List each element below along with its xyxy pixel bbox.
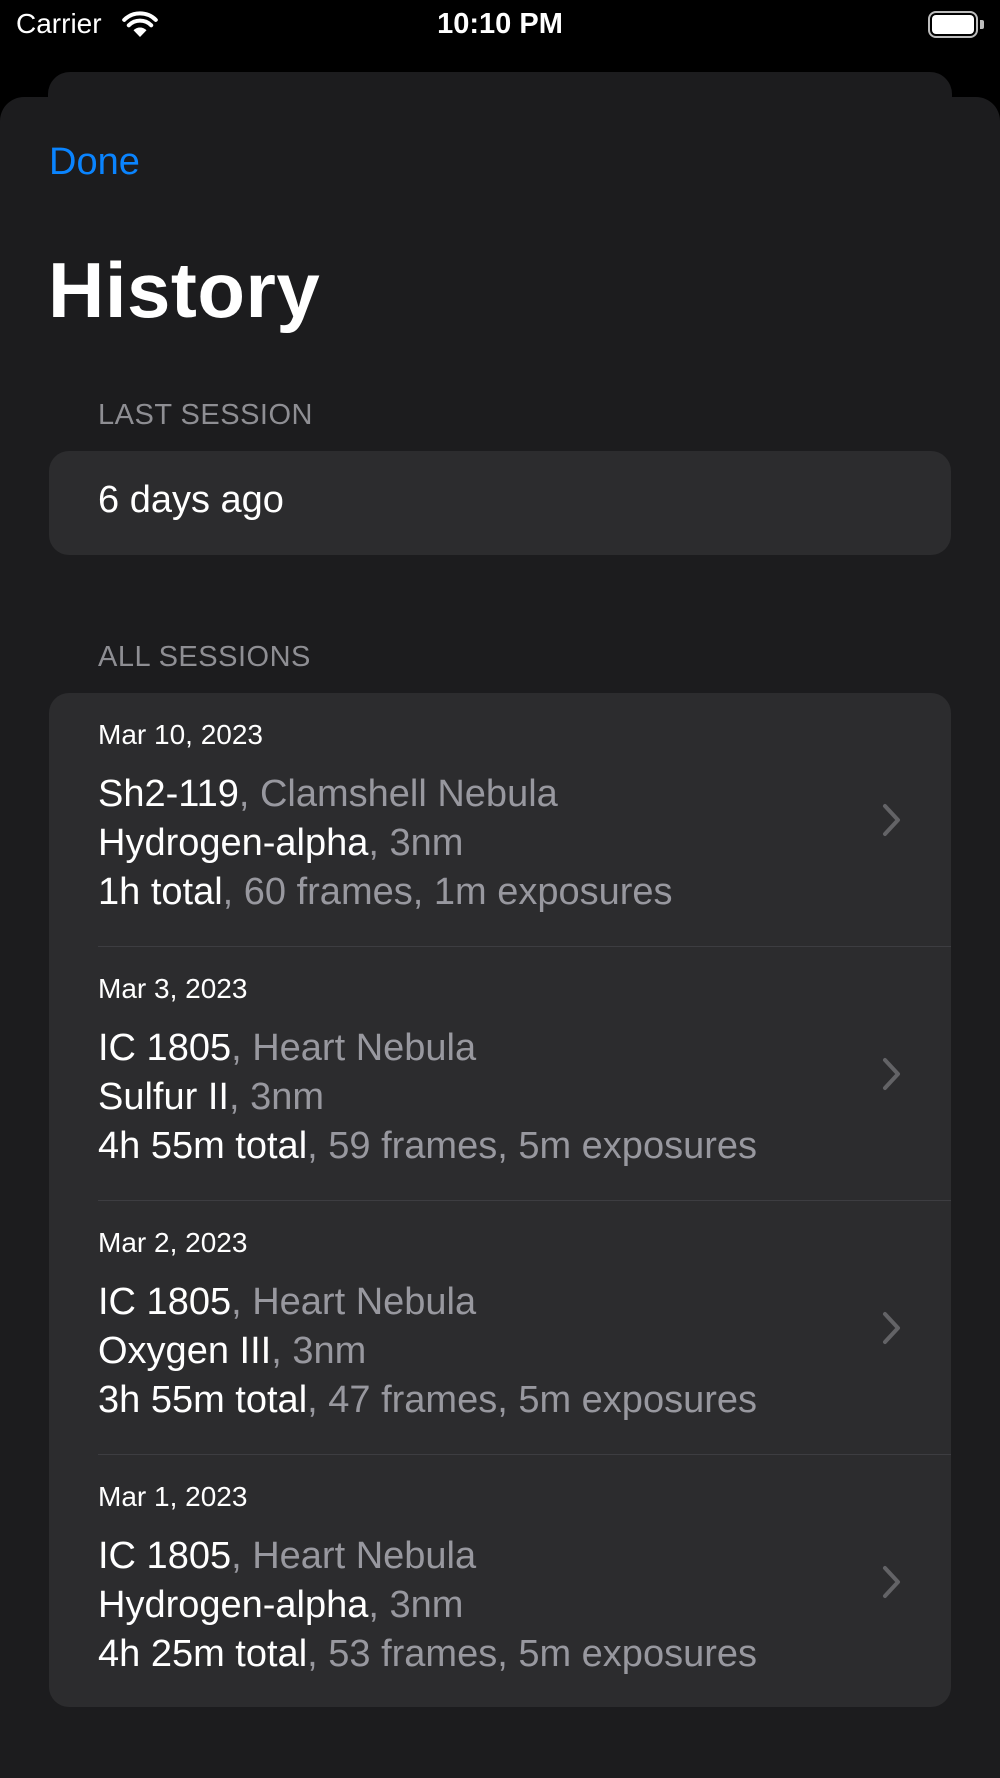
session-target-line: IC 1805, Heart Nebula: [98, 1535, 476, 1578]
done-button[interactable]: Done: [49, 141, 140, 184]
session-target-name: , Clamshell Nebula: [238, 773, 558, 815]
session-details: , 60 frames, 1m exposures: [222, 871, 673, 913]
session-filter-line: Sulfur II, 3nm: [98, 1076, 324, 1119]
section-header-last-session: LAST SESSION: [98, 399, 313, 431]
all-sessions-list: Mar 10, 2023 Sh2-119, Clamshell Nebula H…: [49, 693, 951, 1707]
session-target: IC 1805: [98, 1281, 232, 1323]
chevron-right-icon: [883, 804, 900, 836]
last-session-group: 6 days ago: [49, 451, 951, 555]
session-filter-width: , 3nm: [368, 1584, 464, 1626]
session-filter: Sulfur II: [98, 1076, 229, 1118]
session-target: Sh2-119: [98, 773, 239, 815]
chevron-right-icon: [883, 1312, 900, 1344]
session-details: , 47 frames, 5m exposures: [307, 1379, 757, 1421]
session-total-line: 4h 55m total, 59 frames, 5m exposures: [98, 1125, 757, 1168]
chevron-right-icon: [883, 1058, 900, 1090]
session-total-line: 4h 25m total, 53 frames, 5m exposures: [98, 1633, 757, 1676]
session-target-line: Sh2-119, Clamshell Nebula: [98, 773, 558, 816]
session-total: 3h 55m total: [98, 1379, 308, 1421]
chevron-right-icon: [883, 1566, 900, 1598]
session-target-line: IC 1805, Heart Nebula: [98, 1027, 476, 1070]
session-date: Mar 3, 2023: [98, 973, 248, 1004]
session-target: IC 1805: [98, 1535, 232, 1577]
session-total: 1h total: [98, 871, 223, 913]
session-target-name: , Heart Nebula: [231, 1535, 477, 1577]
session-filter: Hydrogen-alpha: [98, 822, 369, 864]
session-filter-width: , 3nm: [368, 822, 464, 864]
session-target-name: , Heart Nebula: [231, 1281, 477, 1323]
session-filter-width: , 3nm: [271, 1330, 367, 1372]
session-target: IC 1805: [98, 1027, 232, 1069]
history-sheet: Done History LAST SESSION 6 days ago ALL…: [0, 97, 1000, 1778]
session-row[interactable]: Mar 10, 2023 Sh2-119, Clamshell Nebula H…: [49, 693, 951, 947]
session-filter: Oxygen III: [98, 1330, 272, 1372]
session-target-name: , Heart Nebula: [231, 1027, 477, 1069]
session-filter-line: Oxygen III, 3nm: [98, 1330, 366, 1373]
last-session-value: 6 days ago: [98, 479, 284, 521]
session-filter-line: Hydrogen-alpha, 3nm: [98, 822, 463, 865]
status-bar: Carrier 10:10 PM: [0, 0, 1000, 54]
session-filter-line: Hydrogen-alpha, 3nm: [98, 1584, 463, 1627]
session-total-line: 3h 55m total, 47 frames, 5m exposures: [98, 1379, 757, 1422]
session-row[interactable]: Mar 1, 2023 IC 1805, Heart Nebula Hydrog…: [49, 1455, 951, 1707]
session-target-line: IC 1805, Heart Nebula: [98, 1281, 476, 1324]
battery-icon: [928, 11, 984, 39]
session-date: Mar 1, 2023: [98, 1481, 248, 1512]
session-row[interactable]: Mar 2, 2023 IC 1805, Heart Nebula Oxygen…: [49, 1201, 951, 1455]
session-date: Mar 2, 2023: [98, 1227, 248, 1258]
session-total: 4h 55m total: [98, 1125, 308, 1167]
session-row[interactable]: Mar 3, 2023 IC 1805, Heart Nebula Sulfur…: [49, 947, 951, 1201]
session-date: Mar 10, 2023: [98, 719, 263, 750]
session-total-line: 1h total, 60 frames, 1m exposures: [98, 871, 673, 914]
status-time: 10:10 PM: [437, 8, 563, 40]
session-details: , 53 frames, 5m exposures: [307, 1633, 757, 1675]
page-title: History: [48, 246, 321, 334]
section-header-all-sessions: ALL SESSIONS: [98, 641, 311, 673]
session-details: , 59 frames, 5m exposures: [307, 1125, 757, 1167]
screen: Carrier 10:10 PM Done History LAST SESSI…: [0, 0, 1000, 1778]
session-filter: Hydrogen-alpha: [98, 1584, 369, 1626]
session-filter-width: , 3nm: [228, 1076, 324, 1118]
session-total: 4h 25m total: [98, 1633, 308, 1675]
